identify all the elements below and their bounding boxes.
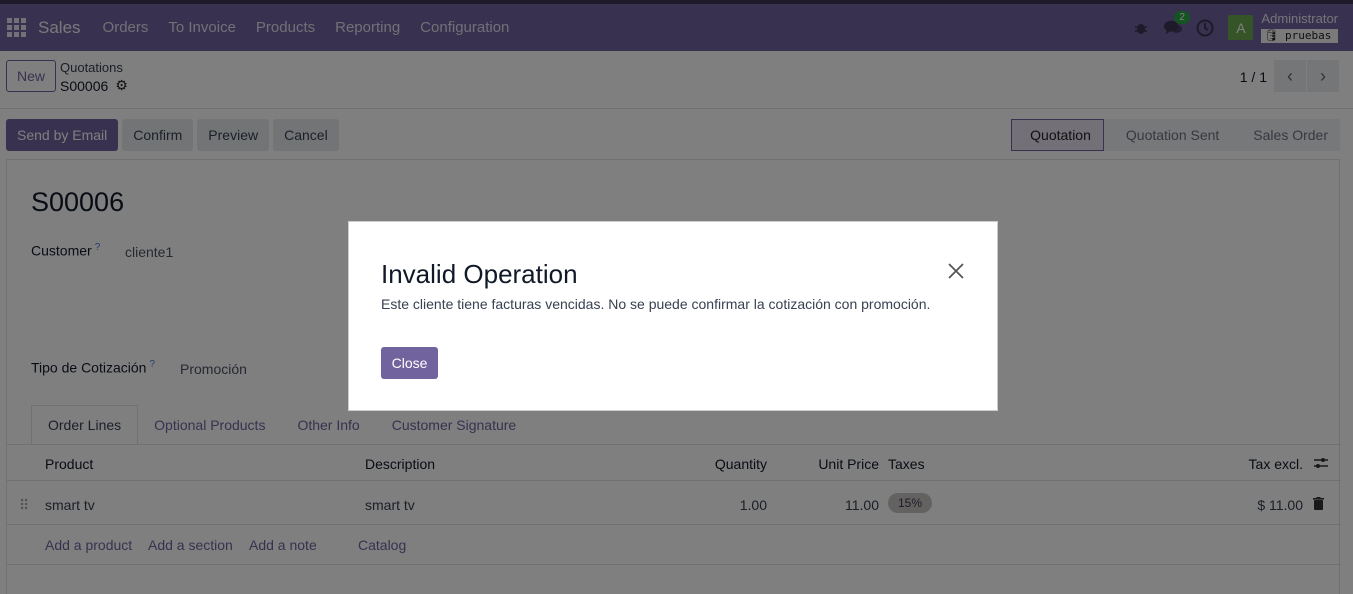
dialog-title: Invalid Operation — [381, 259, 578, 289]
dialog-message: Este cliente tiene facturas vencidas. No… — [381, 296, 931, 312]
invalid-operation-dialog: Invalid Operation Este cliente tiene fac… — [348, 221, 998, 411]
close-icon[interactable] — [947, 262, 969, 284]
close-button[interactable]: Close — [381, 347, 438, 379]
